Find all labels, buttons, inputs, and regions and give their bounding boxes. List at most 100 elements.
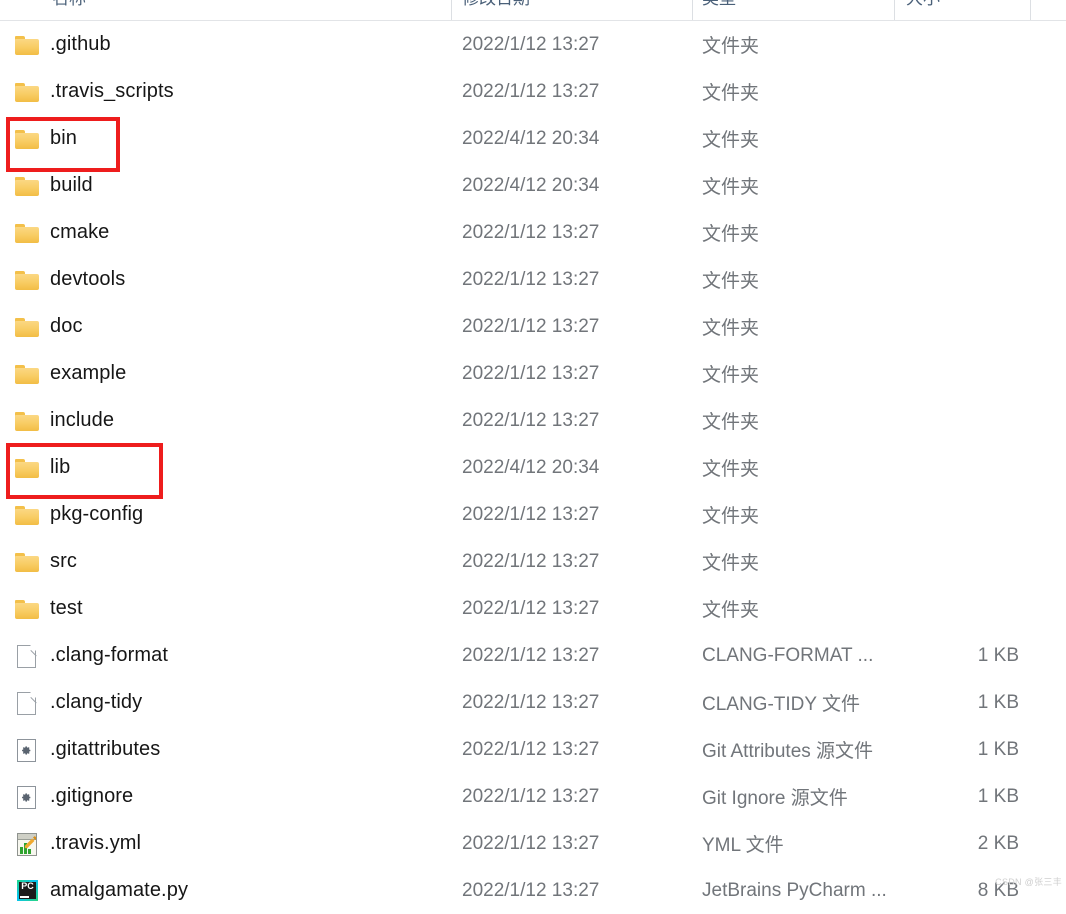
file-date-cell: 2022/1/12 13:27 [462, 33, 600, 55]
file-date-cell: 2022/1/12 13:27 [462, 503, 600, 525]
file-name-label: amalgamate.py [50, 879, 189, 901]
folder-icon [14, 32, 40, 58]
folder-icon [14, 220, 40, 246]
column-header-name[interactable]: 名称 [52, 0, 86, 9]
file-name-cell[interactable]: include [14, 397, 114, 444]
file-size-cell [894, 68, 1019, 115]
file-date-cell: 2022/1/12 13:27 [462, 879, 600, 901]
file-type-cell: 文件夹 [702, 130, 760, 151]
file-size-cell: 2 KB [977, 832, 1019, 854]
file-name-cell[interactable]: test [14, 585, 83, 632]
file-size-cell [894, 397, 1019, 444]
file-name-label: bin [50, 127, 77, 149]
column-divider-name-date[interactable] [451, 0, 452, 20]
table-row[interactable]: .clang-format 2022/1/12 13:27 CLANG-FORMAT… [0, 632, 1066, 679]
file-list: .github 2022/1/12 13:27 文件夹 .travis_scripts… [0, 21, 1066, 901]
table-row[interactable]: .travis.yml 2022/1/12 13:27 YML 文件 2 KB [0, 820, 1066, 867]
file-size-cell [894, 350, 1019, 397]
document-icon [14, 643, 42, 669]
column-divider-date-type[interactable] [692, 0, 693, 20]
table-row[interactable]: bin 2022/4/12 20:34 文件夹 [0, 115, 1066, 162]
file-type-cell: 文件夹 [702, 177, 760, 198]
file-type-cell: Git Attributes 源文件 [702, 741, 874, 762]
table-row[interactable]: cmake 2022/1/12 13:27 文件夹 [0, 209, 1066, 256]
yml-file-icon [14, 831, 40, 857]
file-name-cell[interactable]: .gitignore [14, 773, 133, 820]
table-row[interactable]: .gitattributes 2022/1/12 13:27 Git Attribu… [0, 726, 1066, 773]
table-row[interactable]: .github 2022/1/12 13:27 文件夹 [0, 21, 1066, 68]
file-date-cell: 2022/4/12 20:34 [462, 174, 600, 196]
folder-icon [14, 455, 40, 481]
table-row[interactable]: .travis_scripts 2022/1/12 13:27 文件夹 [0, 68, 1066, 115]
folder-icon [14, 267, 40, 293]
file-type-cell: 文件夹 [702, 318, 760, 339]
file-name-cell[interactable]: pkg-config [14, 491, 143, 538]
file-name-label: src [50, 550, 77, 572]
column-header-type[interactable]: 类型 [702, 0, 736, 9]
file-type-cell: CLANG-FORMAT ... [702, 644, 874, 666]
file-size-cell [894, 115, 1019, 162]
table-row[interactable]: include 2022/1/12 13:27 文件夹 [0, 397, 1066, 444]
file-name-cell[interactable]: lib [14, 444, 70, 491]
file-name-cell[interactable]: bin [14, 115, 77, 162]
file-name-label: devtools [50, 268, 126, 290]
gear-document-icon [14, 737, 40, 763]
file-name-label: pkg-config [50, 503, 144, 525]
file-name-cell[interactable]: src [14, 538, 77, 585]
file-name-label: example [50, 362, 127, 384]
table-row[interactable]: devtools 2022/1/12 13:27 文件夹 [0, 256, 1066, 303]
file-name-label: .travis.yml [50, 832, 142, 854]
watermark: CSDN @张三丰 [995, 877, 1062, 887]
column-divider-type-size[interactable] [894, 0, 895, 20]
file-size-cell [894, 491, 1019, 538]
file-name-label: build [50, 174, 93, 196]
file-name-cell[interactable]: .gitattributes [14, 726, 160, 773]
file-name-cell[interactable]: .travis.yml [14, 820, 141, 867]
table-row[interactable]: example 2022/1/12 13:27 文件夹 [0, 350, 1066, 397]
file-name-cell[interactable]: build [14, 162, 93, 209]
table-row[interactable]: build 2022/4/12 20:34 文件夹 [0, 162, 1066, 209]
file-name-cell[interactable]: doc [14, 303, 83, 350]
table-row[interactable]: pkg-config 2022/1/12 13:27 文件夹 [0, 491, 1066, 538]
table-row[interactable]: lib 2022/4/12 20:34 文件夹 [0, 444, 1066, 491]
table-row[interactable]: .clang-tidy 2022/1/12 13:27 CLANG-TIDY 文件 1… [0, 679, 1066, 726]
folder-icon [14, 408, 40, 434]
folder-icon [14, 173, 40, 199]
table-row[interactable]: src 2022/1/12 13:27 文件夹 [0, 538, 1066, 585]
file-name-cell[interactable]: .github [14, 21, 111, 68]
table-row[interactable]: .gitignore 2022/1/12 13:27 Git Ignore 源文件 1… [0, 773, 1066, 820]
file-type-cell: 文件夹 [702, 506, 760, 527]
file-date-cell: 2022/1/12 13:27 [462, 785, 600, 807]
file-date-cell: 2022/1/12 13:27 [462, 597, 600, 619]
file-date-cell: 2022/1/12 13:27 [462, 691, 600, 713]
file-date-cell: 2022/1/12 13:27 [462, 268, 600, 290]
document-icon [14, 690, 42, 716]
column-header-date[interactable]: 修改日期 [462, 0, 530, 9]
file-type-cell: 文件夹 [702, 271, 760, 292]
file-name-cell[interactable]: example [14, 350, 126, 397]
file-size-cell [894, 303, 1019, 350]
file-name-cell[interactable]: .travis_scripts [14, 68, 174, 115]
folder-icon [14, 361, 40, 387]
file-type-cell: 文件夹 [702, 224, 760, 245]
table-row[interactable]: doc 2022/1/12 13:27 文件夹 [0, 303, 1066, 350]
file-date-cell: 2022/4/12 20:34 [462, 456, 600, 478]
file-name-cell[interactable]: PC amalgamate.py [14, 867, 188, 914]
column-header-size[interactable]: 大小 [906, 0, 940, 9]
file-size-cell [894, 444, 1019, 491]
table-row[interactable]: test 2022/1/12 13:27 文件夹 [0, 585, 1066, 632]
file-name-cell[interactable]: devtools [14, 256, 125, 303]
table-row[interactable]: PC amalgamate.py 2022/1/12 13:27 JetBrains … [0, 867, 1066, 914]
file-name-cell[interactable]: .clang-format [14, 632, 168, 679]
folder-icon [14, 502, 40, 528]
file-name-label: lib [50, 456, 71, 478]
file-name-label: test [50, 597, 83, 619]
file-date-cell: 2022/1/12 13:27 [462, 221, 600, 243]
file-size-cell: 1 KB [977, 691, 1019, 713]
file-name-cell[interactable]: .clang-tidy [14, 679, 142, 726]
file-name-cell[interactable]: cmake [14, 209, 109, 256]
column-divider-size-end[interactable] [1030, 0, 1031, 20]
file-size-cell [894, 21, 1019, 68]
file-name-label: .github [50, 33, 111, 55]
folder-icon [14, 596, 40, 622]
